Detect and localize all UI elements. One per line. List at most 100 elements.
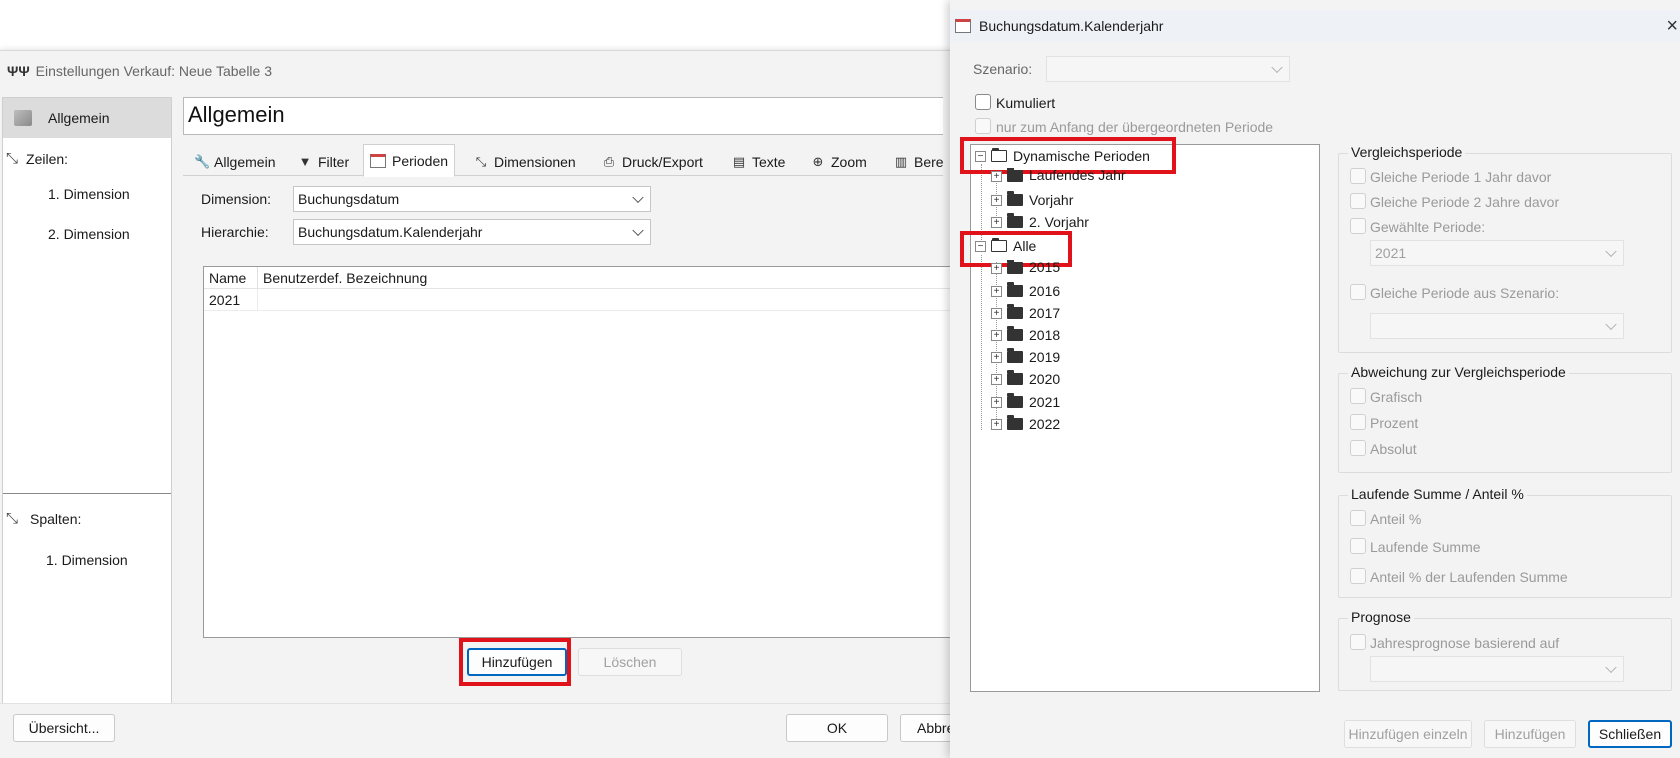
- chevron-down-icon: [1605, 318, 1617, 331]
- vergleich-opt1-checkbox[interactable]: [1350, 168, 1366, 184]
- tab-allgemein[interactable]: 🔧 Allgemein: [188, 148, 281, 176]
- tree-node-vorjahr[interactable]: + Vorjahr: [991, 190, 1073, 210]
- dialog-add-button[interactable]: Hinzufügen: [1484, 720, 1576, 748]
- tree-node-label: 2. Vorjahr: [1029, 214, 1089, 230]
- scenario-select[interactable]: [1046, 56, 1290, 82]
- grafisch-checkbox[interactable]: [1350, 388, 1366, 404]
- expand-icon[interactable]: +: [991, 194, 1002, 206]
- collapse-icon[interactable]: −: [975, 150, 986, 162]
- dimension-label: Dimension:: [201, 191, 272, 207]
- tree-node-alle[interactable]: − Alle: [975, 236, 1036, 256]
- tab-zoom[interactable]: ⊕ Zoom: [805, 148, 873, 176]
- vergleich-scenario-select[interactable]: [1370, 313, 1624, 339]
- tree-node-2016[interactable]: + 2016: [991, 281, 1060, 301]
- expand-icon[interactable]: +: [991, 263, 1002, 274]
- folder-icon: [1007, 260, 1023, 274]
- tree-node-label: 2021: [1029, 394, 1061, 410]
- nur-anfang-checkbox[interactable]: [975, 118, 991, 134]
- chevron-down-icon: [632, 191, 644, 204]
- tree-node-2021[interactable]: + 2021: [991, 392, 1060, 412]
- nav-row-dimension-1[interactable]: 1. Dimension: [48, 186, 130, 202]
- prognose-select[interactable]: [1370, 656, 1624, 682]
- nav-column-dimension-1[interactable]: 1. Dimension: [46, 552, 128, 568]
- collapse-icon[interactable]: −: [975, 240, 986, 252]
- tab-druck-export[interactable]: ⎙ Druck/Export: [596, 148, 709, 176]
- tree-node-2-vorjahr[interactable]: + 2. Vorjahr: [991, 212, 1089, 232]
- prognose-group-title: Prognose: [1348, 609, 1414, 625]
- tree-node-label: 2022: [1029, 416, 1061, 432]
- tree-node-2017[interactable]: + 2017: [991, 303, 1060, 323]
- general-icon: [14, 110, 32, 126]
- prozent-label: Prozent: [1370, 415, 1419, 431]
- add-button-label: Hinzufügen: [481, 654, 553, 670]
- tab-bereich[interactable]: ▥ Bere: [888, 148, 950, 176]
- chevron-down-icon: [632, 224, 644, 237]
- anteil-laufende-checkbox[interactable]: [1350, 568, 1366, 584]
- tree-node-label: 2019: [1029, 349, 1061, 365]
- tree-node-laufendes-jahr[interactable]: + Laufendes Jahr: [991, 168, 1126, 182]
- selected-period-select[interactable]: 2021: [1370, 240, 1624, 266]
- nav-rows-header: ⤡ Zeilen:: [6, 150, 68, 167]
- tab-dimensionen-label: Dimensionen: [494, 154, 576, 170]
- tree-node-2020[interactable]: + 2020: [991, 369, 1060, 389]
- vergleich-opt3-checkbox[interactable]: [1350, 218, 1366, 234]
- expand-icon[interactable]: +: [991, 396, 1002, 408]
- tree-node-2022[interactable]: + 2022: [991, 414, 1060, 434]
- column-header-name[interactable]: Name: [209, 270, 246, 286]
- close-icon[interactable]: ×: [1666, 15, 1678, 38]
- zoom-icon: ⊕: [812, 154, 824, 169]
- tree-node-label: Laufendes Jahr: [1029, 168, 1126, 182]
- tab-dimensionen[interactable]: ⤡ Dimensionen: [468, 148, 582, 176]
- delete-button[interactable]: Löschen: [578, 648, 682, 676]
- prozent-checkbox[interactable]: [1350, 414, 1366, 430]
- tab-texte[interactable]: ▤ Texte: [726, 148, 791, 176]
- prognose-checkbox[interactable]: [1350, 634, 1366, 650]
- folder-icon: [1007, 282, 1023, 297]
- column-divider: [257, 267, 258, 289]
- expand-icon[interactable]: +: [991, 329, 1002, 341]
- dimension-select[interactable]: Buchungsdatum: [293, 186, 651, 212]
- tab-zoom-label: Zoom: [831, 154, 867, 170]
- nav-row-dimension-2[interactable]: 2. Dimension: [48, 226, 130, 242]
- ok-button[interactable]: OK: [786, 714, 888, 742]
- tab-filter[interactable]: ▼ Filter: [292, 148, 355, 176]
- add-button[interactable]: Hinzufügen: [467, 648, 567, 676]
- folder-icon: [1007, 348, 1023, 363]
- add-single-button[interactable]: Hinzufügen einzeln: [1344, 720, 1472, 748]
- table-cell-name[interactable]: 2021: [209, 292, 240, 308]
- overview-button[interactable]: Übersicht...: [13, 714, 115, 742]
- column-header-bezeichnung[interactable]: Benutzerdef. Bezeichnung: [263, 270, 427, 286]
- expand-icon[interactable]: +: [991, 307, 1002, 319]
- dimension-select-value: Buchungsdatum: [298, 191, 400, 207]
- tab-perioden[interactable]: Perioden: [363, 144, 456, 177]
- laufende-summe-label: Laufende Summe: [1370, 539, 1481, 555]
- open-folder-icon: [991, 238, 1007, 252]
- expand-icon[interactable]: +: [991, 171, 1002, 182]
- absolut-checkbox[interactable]: [1350, 440, 1366, 456]
- laufende-summe-checkbox[interactable]: [1350, 538, 1366, 554]
- tree-node-2018[interactable]: + 2018: [991, 325, 1060, 345]
- table-row[interactable]: 2021: [204, 289, 960, 311]
- tree-node-2015[interactable]: + 2015: [991, 260, 1060, 274]
- expand-icon[interactable]: +: [991, 373, 1002, 385]
- nav-item-allgemein[interactable]: Allgemein: [3, 98, 171, 138]
- vergleich-opt2-checkbox[interactable]: [1350, 193, 1366, 209]
- anteil-checkbox[interactable]: [1350, 510, 1366, 526]
- kumuliert-checkbox[interactable]: [975, 94, 991, 110]
- close-button[interactable]: Schließen: [1588, 720, 1672, 748]
- vergleich-opt4-checkbox[interactable]: [1350, 284, 1366, 300]
- expand-icon[interactable]: +: [991, 351, 1002, 363]
- axis-icon: ⤡: [475, 154, 487, 169]
- page-heading-box: Allgemein: [183, 97, 943, 135]
- expand-icon[interactable]: +: [991, 285, 1002, 297]
- tree-node-dynamische-perioden[interactable]: − Dynamische Perioden: [975, 146, 1150, 166]
- expand-icon[interactable]: +: [991, 216, 1002, 228]
- prognose-label: Jahresprognose basierend auf: [1370, 635, 1560, 651]
- tree-node-label: Dynamische Perioden: [1013, 148, 1150, 164]
- settings-window-title: Einstellungen Verkauf: Neue Tabelle 3: [35, 63, 273, 79]
- expand-icon[interactable]: +: [991, 418, 1002, 430]
- tab-allgemein-label: Allgemein: [214, 154, 276, 170]
- tree-node-label: 2016: [1029, 283, 1061, 299]
- hierarchie-select[interactable]: Buchungsdatum.Kalenderjahr: [293, 219, 651, 245]
- tree-node-2019[interactable]: + 2019: [991, 347, 1060, 367]
